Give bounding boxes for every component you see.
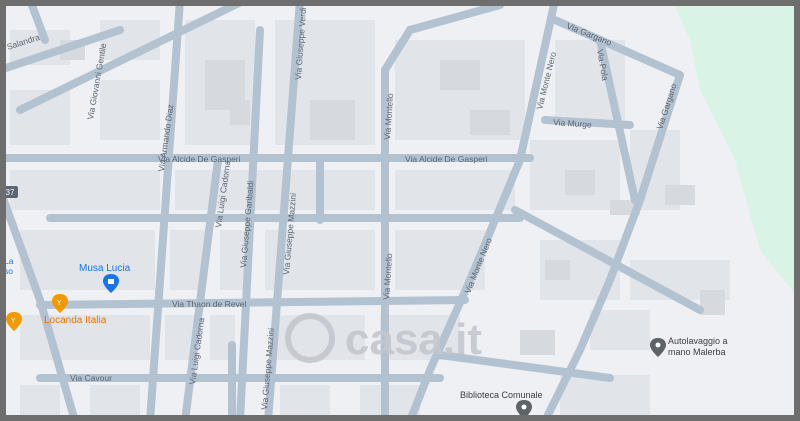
street-label-de-gasperi-e: Via Alcide De Gasperi [405,154,488,164]
edge-label-la: La [4,256,14,266]
poi-label-autolavaggio-2: mano Malerba [668,347,726,357]
road-number-label: 37 [6,188,15,197]
pin-dot [655,342,661,348]
poi-label-biblioteca: Biblioteca Comunale [460,390,543,400]
street-label-thaon-de-revel: Via Thaon de Revel [172,299,246,309]
poi-label-autolavaggio-1: Autolavaggio a [668,336,728,346]
pin-dot [521,404,527,410]
watermark-text: casa.it [345,315,482,364]
road-thaon-de-revel [36,296,469,309]
edge-label-so: so [4,266,13,276]
poi-label-musa-lucia: Musa Lucia [79,263,131,274]
street-label-cavour: Via Cavour [70,373,112,383]
poi-label-locanda-italia: Locanda Italia [44,315,107,326]
fork-knife-glyph: Y [56,299,62,307]
bag-glyph [108,279,114,284]
map-canvas[interactable]: casa.it Salandra Via Giovanni Gentile Vi… [0,0,800,421]
fork-knife-glyph: Y [10,317,16,325]
